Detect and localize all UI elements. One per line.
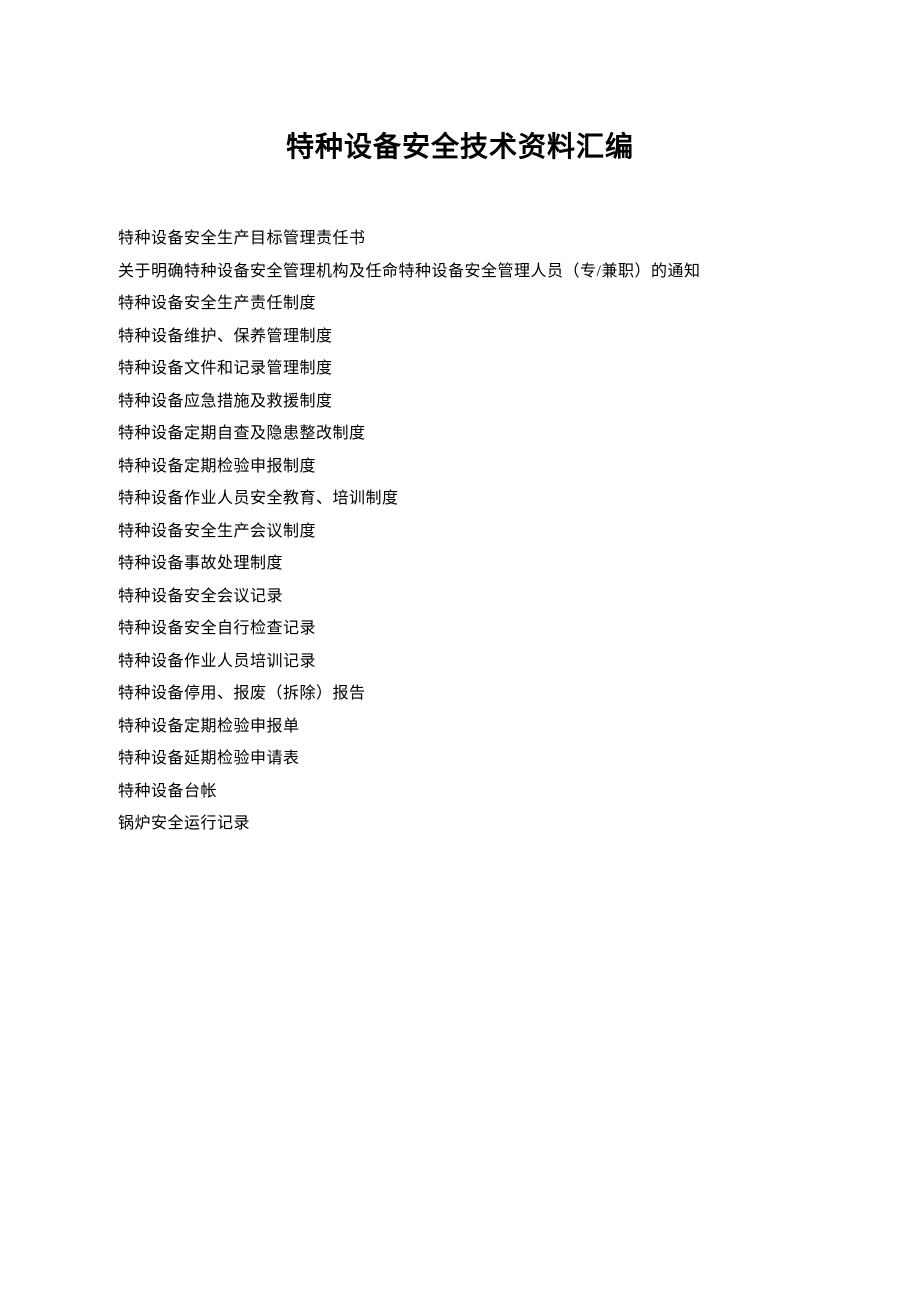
list-item: 特种设备作业人员安全教育、培训制度 xyxy=(118,483,802,516)
list-item: 特种设备台帐 xyxy=(118,776,802,809)
list-item: 特种设备安全自行检查记录 xyxy=(118,613,802,646)
list-item: 特种设备定期检验申报制度 xyxy=(118,451,802,484)
list-item: 特种设备维护、保养管理制度 xyxy=(118,321,802,354)
list-item: 特种设备安全生产目标管理责任书 xyxy=(118,223,802,256)
document-list: 特种设备安全生产目标管理责任书 关于明确特种设备安全管理机构及任命特种设备安全管… xyxy=(118,223,802,841)
list-item: 特种设备定期自查及隐患整改制度 xyxy=(118,418,802,451)
list-item: 特种设备安全会议记录 xyxy=(118,581,802,614)
page-title: 特种设备安全技术资料汇编 xyxy=(118,125,802,165)
list-item: 特种设备事故处理制度 xyxy=(118,548,802,581)
list-item: 特种设备停用、报废（拆除）报告 xyxy=(118,678,802,711)
list-item: 关于明确特种设备安全管理机构及任命特种设备安全管理人员（专/兼职）的通知 xyxy=(118,256,802,289)
list-item: 特种设备作业人员培训记录 xyxy=(118,646,802,679)
list-item: 特种设备安全生产会议制度 xyxy=(118,516,802,549)
list-item: 锅炉安全运行记录 xyxy=(118,808,802,841)
list-item: 特种设备应急措施及救援制度 xyxy=(118,386,802,419)
list-item: 特种设备定期检验申报单 xyxy=(118,711,802,744)
list-item: 特种设备安全生产责任制度 xyxy=(118,288,802,321)
list-item: 特种设备延期检验申请表 xyxy=(118,743,802,776)
list-item: 特种设备文件和记录管理制度 xyxy=(118,353,802,386)
